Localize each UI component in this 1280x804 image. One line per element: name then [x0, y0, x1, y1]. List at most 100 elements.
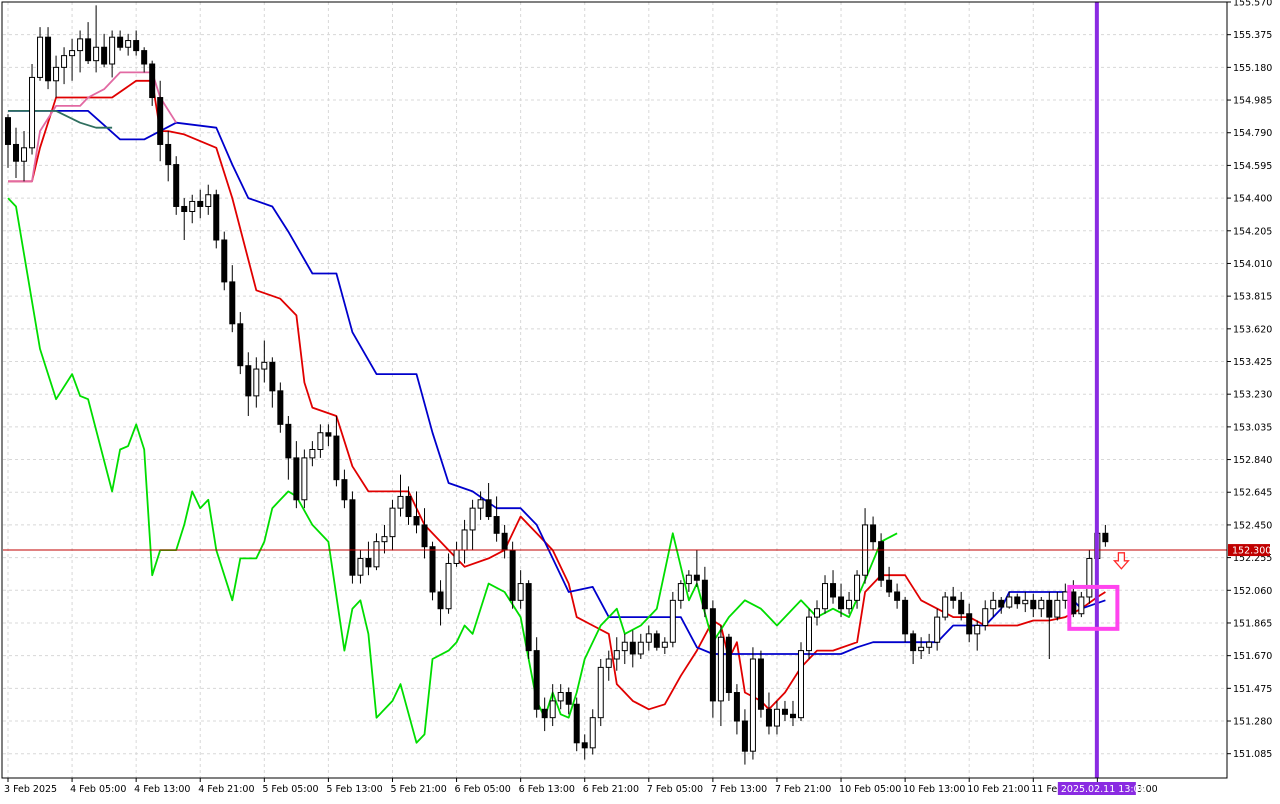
candle [653, 630, 660, 651]
x-tick-label: 5 Feb 21:00 [390, 784, 446, 795]
x-tick-label: 10 Feb 13:00 [903, 784, 965, 795]
candle-body-bull [621, 641, 628, 652]
candle-body-bear [765, 708, 772, 727]
candle-body-bear [429, 546, 436, 593]
y-tick-label: 155.180 [1233, 63, 1272, 74]
x-tick-label: 6 Feb 21:00 [583, 784, 639, 795]
candle-body-bear [5, 117, 11, 145]
candle-body-bear [493, 516, 500, 534]
x-tick-label: 4 Feb 13:00 [134, 784, 190, 795]
cursor-time-label: 2025.02.11 13:00 [1061, 784, 1146, 795]
candle-body-bear [341, 479, 348, 501]
candle-body-bear [958, 599, 965, 615]
candle-body-bear [13, 143, 20, 162]
candle-body-bear [485, 499, 492, 518]
candle [509, 541, 516, 609]
candle-body-bear [45, 36, 52, 82]
y-tick-label: 153.230 [1233, 390, 1272, 401]
candle-body-bear [757, 658, 764, 710]
candle-body-bear [741, 720, 748, 752]
candle-body-bear [181, 205, 188, 213]
chart-svg: 155.570 155.375 155.180 154.985 154.790 154.5… [0, 0, 1280, 800]
x-tick-label: 3 Feb 2025 [4, 784, 57, 795]
candle [213, 189, 220, 249]
candle-body-bear [838, 596, 845, 610]
y-tick-label: 153.425 [1233, 357, 1272, 368]
x-tick-label: 10 Feb 21:00 [967, 784, 1029, 795]
candle-body-bear [1070, 591, 1077, 615]
candle-body-bull [846, 599, 853, 610]
y-tick-label: 155.375 [1233, 30, 1272, 41]
y-tick-label: 153.620 [1233, 324, 1272, 335]
candle-body-bull [822, 583, 829, 610]
candle-body-bull [253, 368, 260, 397]
candle-body-bear [629, 641, 636, 655]
y-tick-label: 152.645 [1233, 488, 1272, 499]
y-tick-label: 151.475 [1233, 684, 1272, 695]
candle-body-bull [685, 574, 692, 585]
candle-body-bull [589, 717, 596, 749]
candle-body-bull [389, 507, 396, 538]
candle-body-bull [1078, 596, 1085, 615]
candle-body-bull [557, 692, 564, 702]
y-tick-label: 154.985 [1233, 96, 1272, 107]
candle-body-bull [77, 38, 84, 52]
candle-body-bull [605, 658, 612, 668]
candle-body-bear [565, 692, 572, 705]
candle-body-bull [990, 599, 997, 610]
candle-body-bear [333, 435, 340, 481]
candle-body-bear [725, 636, 732, 694]
candle-body-bear [533, 650, 540, 710]
candle [349, 491, 356, 584]
candle-body-bear [1030, 599, 1037, 610]
candle-body-bear [149, 63, 156, 99]
candle-body-bear [117, 36, 124, 48]
candle-body-bull [517, 583, 524, 601]
x-tick-label: 6 Feb 05:00 [455, 784, 511, 795]
candle-body-bull [477, 499, 484, 509]
x-tick-label: 10 Feb 05:00 [839, 784, 901, 795]
candle-body-bull [797, 650, 804, 719]
y-tick-label: 153.815 [1233, 292, 1272, 303]
candle-body-bull [1006, 596, 1013, 608]
candle-body-bull [1054, 599, 1061, 618]
candle [749, 647, 756, 760]
candle-body-bear [789, 713, 796, 719]
y-tick-label: 151.670 [1233, 651, 1272, 662]
x-tick-label: 7 Feb 21:00 [775, 784, 831, 795]
candle-body-bear [413, 516, 420, 526]
candle [525, 580, 532, 660]
chart: 155.570 155.375 155.180 154.985 154.790 154.5… [0, 0, 1280, 800]
candle-body-bear [141, 50, 148, 65]
y-tick-label: 151.085 [1233, 749, 1272, 760]
candle-body-bear [229, 281, 236, 325]
candle-body-bull [854, 574, 861, 601]
candle-body-bull [669, 599, 676, 643]
chart-background [0, 0, 1280, 800]
candle-body-bear [501, 532, 508, 551]
candle-body-bull [814, 608, 821, 618]
candle-body-bull [1086, 557, 1093, 598]
candle-body-bear [365, 557, 372, 568]
candle-body-bull [461, 529, 468, 551]
candle [221, 231, 228, 291]
candle-body-bull [53, 66, 60, 82]
candle [797, 642, 804, 722]
y-tick-label: 154.790 [1233, 128, 1272, 139]
candle-body-bull [125, 40, 132, 48]
candle-body-bull [645, 633, 652, 643]
candle-body-bear [173, 164, 180, 207]
y-tick-label: 152.450 [1233, 520, 1272, 531]
y-tick-label: 151.280 [1233, 717, 1272, 728]
candle-body-bull [469, 507, 476, 531]
candle-body-bull [1038, 599, 1045, 610]
candle-body-bear [221, 239, 228, 283]
y-tick-label: 152.840 [1233, 455, 1272, 466]
candle-body-bear [878, 541, 885, 581]
candle-body-bull [445, 562, 452, 610]
candle-body-bear [237, 323, 244, 367]
candle-body-bull [69, 50, 76, 57]
candle-body-bear [269, 361, 276, 392]
candle-body-bull [309, 448, 316, 459]
candle-body-bull [661, 641, 668, 648]
